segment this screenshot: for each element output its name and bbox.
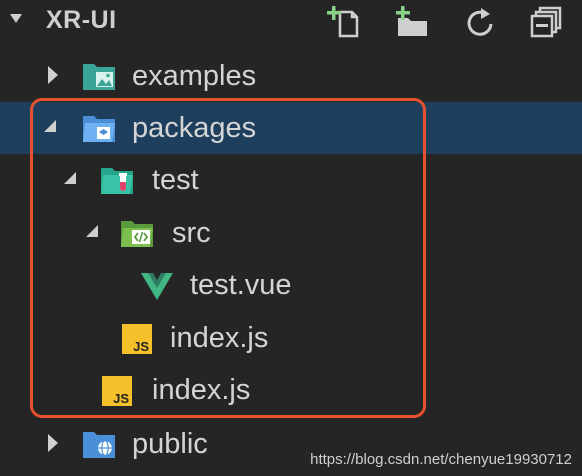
folder-src-icon bbox=[120, 217, 154, 249]
tree-row-test-vue[interactable]: test.vue bbox=[0, 259, 582, 311]
folder-packages-icon bbox=[82, 112, 116, 144]
svg-text:JS: JS bbox=[113, 391, 129, 406]
folder-images-icon bbox=[82, 60, 116, 92]
js-file-icon: JS bbox=[122, 324, 152, 354]
folder-public-icon bbox=[82, 428, 116, 460]
js-file-icon: JS bbox=[102, 376, 132, 406]
tree-label: test bbox=[152, 164, 199, 196]
explorer-header: XR-UI bbox=[0, 0, 582, 44]
folder-test-icon bbox=[100, 164, 134, 196]
tree-row-index-js[interactable]: JS index.js bbox=[0, 364, 582, 416]
refresh-icon[interactable] bbox=[462, 4, 498, 40]
tree-label: packages bbox=[132, 112, 257, 144]
tree-label: test.vue bbox=[190, 269, 292, 301]
tree-label: src bbox=[172, 217, 211, 249]
watermark: https://blog.csdn.net/chenyue19930712 bbox=[310, 451, 572, 468]
chevron-right-icon[interactable] bbox=[48, 66, 58, 84]
collapse-section-icon[interactable] bbox=[10, 14, 22, 23]
tree-label: public bbox=[132, 428, 208, 460]
tree-row-packages[interactable]: packages bbox=[0, 102, 582, 154]
tree-label: examples bbox=[132, 60, 257, 92]
workspace-title[interactable]: XR-UI bbox=[46, 6, 117, 35]
collapse-all-icon[interactable] bbox=[528, 4, 564, 40]
tree-row-src[interactable]: src bbox=[0, 207, 582, 259]
tree-label: index.js bbox=[152, 374, 251, 406]
new-file-icon[interactable] bbox=[326, 4, 362, 40]
svg-text:JS: JS bbox=[133, 339, 149, 354]
tree-row-index-js[interactable]: JS index.js bbox=[0, 312, 582, 364]
vue-file-icon bbox=[140, 271, 174, 303]
chevron-down-icon[interactable] bbox=[86, 225, 98, 237]
tree-row-test[interactable]: test bbox=[0, 154, 582, 206]
tree-label: index.js bbox=[170, 322, 269, 354]
chevron-down-icon[interactable] bbox=[64, 172, 76, 184]
chevron-right-icon[interactable] bbox=[48, 434, 58, 452]
new-folder-icon[interactable] bbox=[394, 4, 430, 40]
tree-row-examples[interactable]: examples bbox=[0, 50, 582, 102]
chevron-down-icon[interactable] bbox=[44, 120, 56, 132]
